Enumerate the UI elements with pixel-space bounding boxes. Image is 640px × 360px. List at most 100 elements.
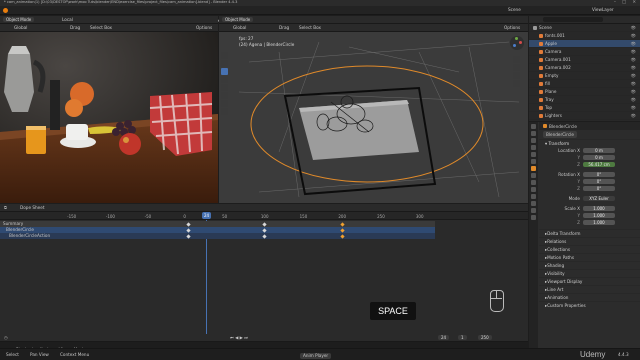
render-preview[interactable]: [0, 32, 218, 203]
outliner-item[interactable]: Camera.001 👁: [529, 56, 640, 64]
timeline-editor-icon[interactable]: ◷: [4, 335, 8, 340]
frame-ruler[interactable]: -150 -100 -50 0 50 100 150 200 250 300 24: [0, 212, 528, 220]
pan-icon[interactable]: [513, 64, 520, 71]
right-mode-dropdown[interactable]: Object Mode: [222, 17, 254, 22]
y-axis-icon[interactable]: [515, 37, 518, 40]
outliner-item[interactable]: Empty 👁: [529, 72, 640, 80]
outliner-item[interactable]: Camera 👁: [529, 48, 640, 56]
props-section[interactable]: ▸ Line Art: [539, 285, 640, 293]
current-frame-indicator[interactable]: 24: [202, 212, 211, 219]
tool-tab-icon[interactable]: [531, 124, 536, 129]
right-select-box[interactable]: Select Box: [299, 25, 321, 30]
start-frame-field[interactable]: 1: [458, 335, 467, 340]
view-layer-selector[interactable]: ViewLayer: [592, 7, 614, 12]
right-orientation[interactable]: Global: [233, 25, 246, 30]
outliner-item[interactable]: Plane 👁: [529, 88, 640, 96]
3d-viewport[interactable]: fps: 27 (24) Agena | BlenderCircle: [219, 32, 528, 203]
end-frame-field[interactable]: 250: [478, 335, 492, 340]
visibility-eye-icon[interactable]: 👁: [631, 105, 636, 111]
props-section[interactable]: ▸ Relations: [539, 237, 640, 245]
props-section[interactable]: ▸ Custom Properties: [539, 301, 640, 309]
rotation-y-field[interactable]: 0°: [583, 179, 615, 184]
output-tab-icon[interactable]: [531, 138, 536, 143]
play-controls[interactable]: ⏮ ◀ ▶ ⏭: [230, 335, 248, 340]
props-section[interactable]: ▸ Motion Paths: [539, 253, 640, 261]
maximize-icon[interactable]: □: [622, 0, 626, 4]
status-anim-player[interactable]: Anim Player: [300, 353, 332, 360]
outliner-search-input[interactable]: [543, 17, 603, 22]
visibility-eye-icon[interactable]: 👁: [631, 73, 636, 79]
physics-tab-icon[interactable]: [531, 187, 536, 192]
outliner-item[interactable]: Apple 👁: [529, 40, 640, 48]
outliner-item[interactable]: fill 👁: [529, 80, 640, 88]
view-layer-tab-icon[interactable]: [531, 145, 536, 150]
location-z-field[interactable]: 56.417 cm: [583, 162, 615, 167]
outliner-item[interactable]: fonts.001 👁: [529, 32, 640, 40]
visibility-eye-icon[interactable]: 👁: [631, 113, 636, 119]
outliner-item[interactable]: Camera.002 👁: [529, 64, 640, 72]
left-orientation[interactable]: Global: [14, 25, 27, 30]
props-object-field[interactable]: BlenderCircle: [543, 131, 577, 138]
right-options[interactable]: Options: [504, 25, 520, 30]
visibility-eye-icon[interactable]: 👁: [631, 97, 636, 103]
data-tab-icon[interactable]: [531, 201, 536, 206]
outliner-item[interactable]: Lighters 👁: [529, 112, 640, 120]
close-icon[interactable]: ✕: [632, 0, 636, 4]
zoom-icon[interactable]: [513, 56, 520, 63]
visibility-eye-icon[interactable]: 👁: [631, 41, 636, 47]
z-axis-icon[interactable]: [513, 44, 516, 47]
visibility-eye-icon[interactable]: 👁: [631, 81, 636, 87]
props-section[interactable]: ▸ Visibility: [539, 269, 640, 277]
left-options[interactable]: Options: [196, 25, 212, 30]
scene-selector[interactable]: Scene: [508, 7, 521, 12]
camera-view-icon[interactable]: [513, 72, 520, 79]
props-section[interactable]: ▸ Viewport Display: [539, 277, 640, 285]
dopesheet-area[interactable]: -150 -100 -50 0 50 100 150 200 250 300 24 Summary…: [0, 212, 528, 334]
visibility-eye-icon[interactable]: 👁: [631, 25, 636, 31]
props-section[interactable]: ▸ Delta Transform: [539, 229, 640, 237]
left-select-box[interactable]: Select Box: [90, 25, 112, 30]
modifiers-tab-icon[interactable]: [531, 173, 536, 178]
rotation-x-field[interactable]: 0°: [583, 172, 615, 177]
props-section[interactable]: ▸ Animation: [539, 293, 640, 301]
left-transform-label[interactable]: Local: [62, 17, 73, 22]
current-frame-field[interactable]: 24: [438, 335, 450, 340]
visibility-eye-icon[interactable]: 👁: [631, 57, 636, 63]
x-axis-icon[interactable]: [519, 41, 522, 44]
scale-y-field[interactable]: 1.000: [583, 213, 615, 218]
constraints-tab-icon[interactable]: [531, 194, 536, 199]
outliner-item[interactable]: Top 👁: [529, 104, 640, 112]
location-y-field[interactable]: 0 m: [583, 155, 615, 160]
minimize-icon[interactable]: –: [614, 0, 616, 4]
visibility-eye-icon[interactable]: 👁: [631, 33, 636, 39]
props-section[interactable]: ▸ Collections: [539, 245, 640, 253]
outliner-item[interactable]: Tray 👁: [529, 96, 640, 104]
rotation-mode-dropdown[interactable]: XYZ Euler: [583, 196, 615, 201]
transform-section[interactable]: ▾ Transform: [539, 139, 640, 147]
render-tab-icon[interactable]: [531, 131, 536, 136]
dopesheet-mode-dropdown[interactable]: Dope Sheet: [20, 205, 44, 210]
location-x-field[interactable]: 0 m: [583, 148, 615, 153]
visibility-eye-icon[interactable]: 👁: [631, 65, 636, 71]
scale-z-field[interactable]: 1.000: [583, 220, 615, 225]
left-drag[interactable]: Drag: [70, 25, 80, 30]
visibility-eye-icon[interactable]: 👁: [631, 49, 636, 55]
navigation-gizmo[interactable]: [510, 36, 524, 50]
right-drag[interactable]: Drag: [279, 25, 289, 30]
props-section[interactable]: ▸ Shading: [539, 261, 640, 269]
outliner-item[interactable]: Scene 👁: [529, 24, 640, 32]
perspective-toggle-icon[interactable]: [513, 80, 520, 87]
material-tab-icon[interactable]: [531, 208, 536, 213]
scene-tab-icon[interactable]: [531, 152, 536, 157]
world-tab-icon[interactable]: [531, 159, 536, 164]
dopesheet-editor-icon[interactable]: ⧉: [4, 205, 7, 210]
rotation-z-field[interactable]: 0°: [583, 186, 615, 191]
texture-tab-icon[interactable]: [531, 215, 536, 220]
object-tab-icon[interactable]: [531, 166, 536, 171]
visibility-eye-icon[interactable]: 👁: [631, 89, 636, 95]
channel-row[interactable]: BlenderCircleAction: [0, 233, 435, 239]
scale-x-field[interactable]: 1.000: [583, 206, 615, 211]
blender-logo-icon[interactable]: [3, 8, 8, 13]
particles-tab-icon[interactable]: [531, 180, 536, 185]
left-mode-dropdown[interactable]: Object Mode: [3, 17, 35, 22]
